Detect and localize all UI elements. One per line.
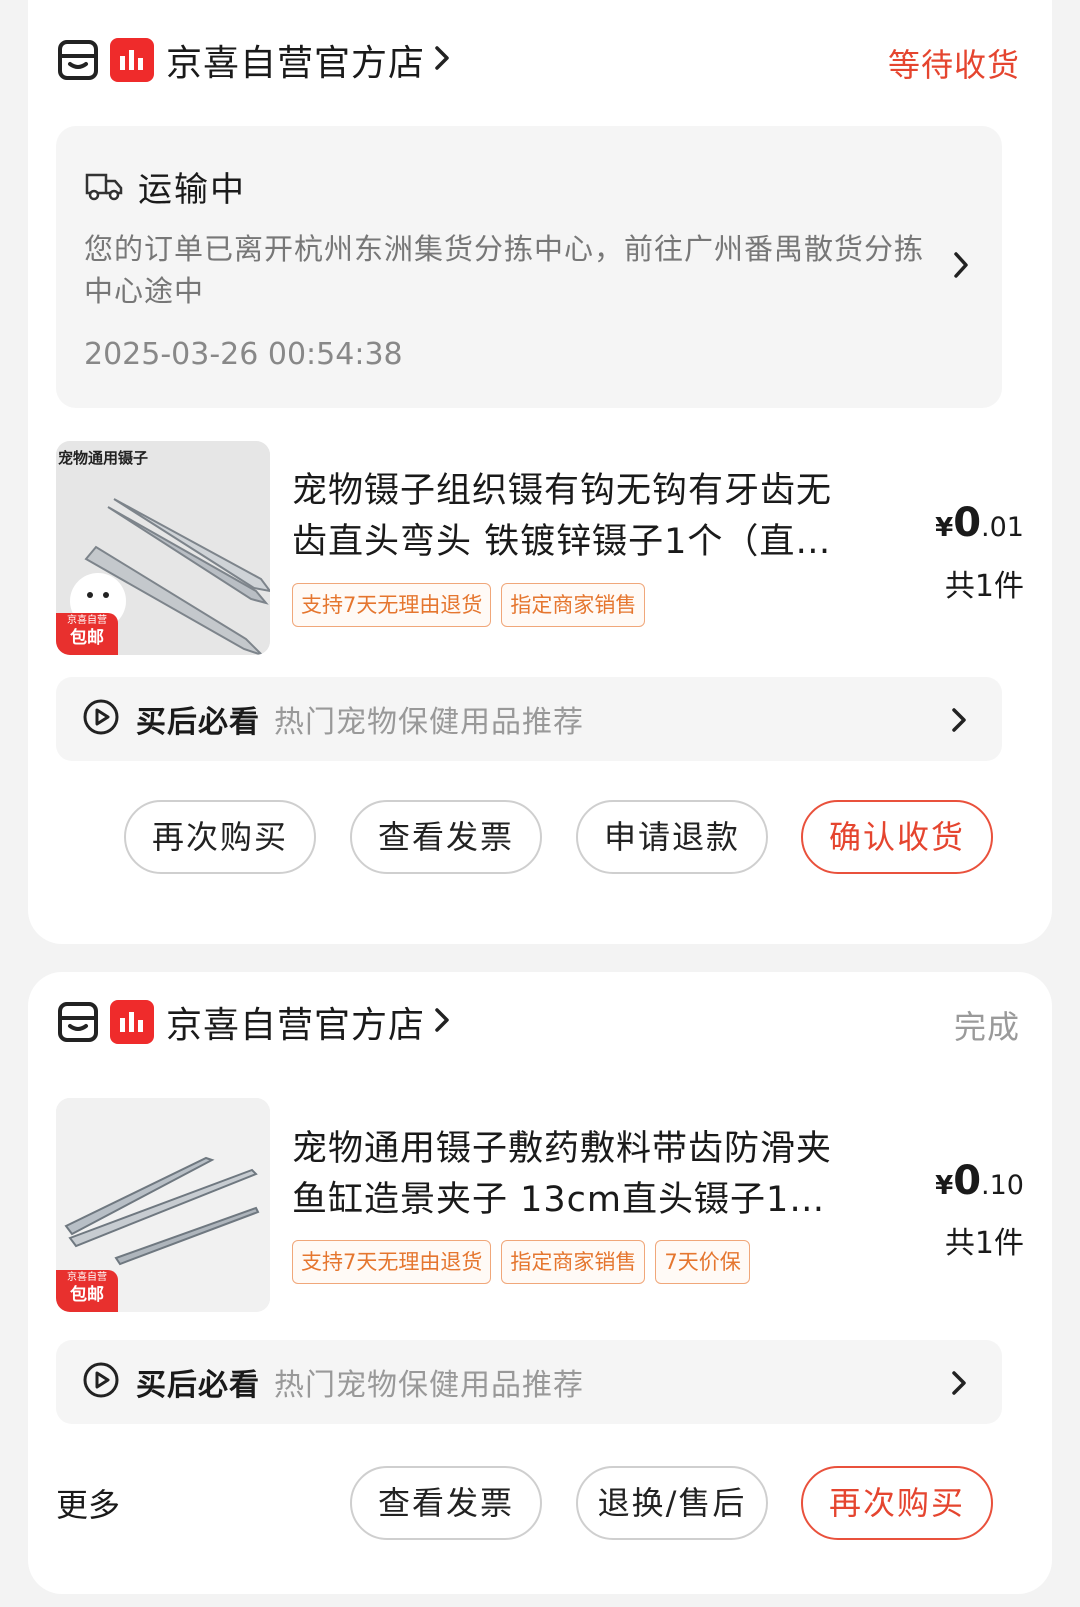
- view-invoice-button[interactable]: 查看发票: [350, 1466, 542, 1540]
- chevron-right-icon: [950, 1369, 968, 1401]
- view-invoice-button[interactable]: 查看发票: [350, 800, 542, 874]
- more-link[interactable]: 更多: [56, 1480, 120, 1526]
- product-tags: 支持7天无理由退货 指定商家销售 7天价保: [292, 1240, 760, 1284]
- chevron-right-icon: [950, 706, 968, 738]
- product-title[interactable]: 宠物镊子组织镊有钩无钩有牙齿无齿直头弯头 铁镀锌镊子1个（直…: [292, 466, 852, 568]
- request-refund-button[interactable]: 申请退款: [576, 800, 768, 874]
- badge-bottom-text: 包邮: [70, 1285, 104, 1305]
- truck-icon: [84, 169, 124, 205]
- recommend-text: 热门宠物保健用品推荐: [274, 705, 584, 740]
- store-icon: [56, 38, 100, 82]
- badge-top-text: 京喜自营: [67, 615, 107, 626]
- buy-again-button[interactable]: 再次购买: [801, 1466, 993, 1540]
- price-symbol: ¥: [935, 1171, 954, 1201]
- price-dec: .01: [981, 512, 1024, 543]
- product-price: ¥0.10: [935, 1158, 1024, 1204]
- badge-bottom-text: 包邮: [70, 628, 104, 648]
- recommend-bar[interactable]: 买后必看 热门宠物保健用品推荐: [56, 1340, 1002, 1424]
- tag-return: 支持7天无理由退货: [292, 1240, 492, 1284]
- tag-price-protection: 7天价保: [655, 1240, 750, 1284]
- shipping-description: 您的订单已离开杭州东洲集货分拣中心，前往广州番禺散货分拣中心途中: [84, 232, 925, 308]
- product-tags: 支持7天无理由退货 指定商家销售: [292, 583, 655, 627]
- return-aftersale-button[interactable]: 退换/售后: [576, 1466, 768, 1540]
- chevron-right-icon: [952, 250, 970, 284]
- shop-header[interactable]: 京喜自营官方店: [56, 992, 451, 1052]
- badge-top-text: 京喜自营: [67, 1272, 107, 1283]
- order-status: 等待收货: [887, 46, 1020, 84]
- order-status: 完成: [953, 1008, 1020, 1046]
- tag-seller: 指定商家销售: [501, 583, 646, 627]
- shipping-title-row: 运输中: [84, 162, 246, 211]
- price-int: 0: [953, 1158, 982, 1204]
- recommend-label: 买后必看: [136, 1368, 260, 1403]
- image-caption: 宠物通用镊子: [58, 449, 149, 467]
- product-title[interactable]: 宠物通用镊子敷药敷料带齿防滑夹鱼缸造景夹子 13cm直头镊子1个…: [292, 1124, 852, 1226]
- shop-name: 京喜自营官方店: [166, 1005, 426, 1046]
- chevron-right-icon: [433, 44, 451, 76]
- recommend-label: 买后必看: [136, 705, 260, 740]
- shop-name: 京喜自营官方店: [166, 43, 426, 84]
- product-image[interactable]: 京喜自营 包邮: [56, 1098, 270, 1312]
- brand-logo-icon: [110, 38, 154, 82]
- price-symbol: ¥: [935, 513, 954, 543]
- buy-again-button[interactable]: 再次购买: [124, 800, 316, 874]
- price-int: 0: [953, 500, 982, 546]
- shop-header[interactable]: 京喜自营官方店: [56, 30, 451, 90]
- play-icon: [82, 698, 120, 740]
- order-card: 京喜自营官方店 等待收货 运输中 您的订单已离开杭州东洲集货分拣中心，前往广州番…: [28, 0, 1052, 944]
- tag-return: 支持7天无理由退货: [292, 583, 492, 627]
- free-shipping-badge: 京喜自营 包邮: [56, 1270, 118, 1312]
- store-icon: [56, 1000, 100, 1044]
- chevron-right-icon: [433, 1006, 451, 1038]
- price-dec: .10: [981, 1170, 1024, 1201]
- recommend-text: 热门宠物保健用品推荐: [274, 1368, 584, 1403]
- brand-logo-icon: [110, 1000, 154, 1044]
- shipping-status: 运输中: [138, 170, 246, 210]
- shipping-time: 2025-03-26 00:54:38: [84, 337, 403, 372]
- free-shipping-badge: 京喜自营 包邮: [56, 613, 118, 655]
- order-card: 京喜自营官方店 完成 京喜自营 包邮 宠物通用镊子敷药敷料带齿防滑夹鱼缸造景夹子…: [28, 972, 1052, 1594]
- recommend-bar[interactable]: 买后必看 热门宠物保健用品推荐: [56, 677, 1002, 761]
- product-quantity: 共1件: [944, 569, 1024, 604]
- product-quantity: 共1件: [944, 1226, 1024, 1261]
- shipping-panel[interactable]: 运输中 您的订单已离开杭州东洲集货分拣中心，前往广州番禺散货分拣中心途中 202…: [56, 126, 1002, 408]
- product-price: ¥0.01: [935, 500, 1024, 546]
- confirm-receipt-button[interactable]: 确认收货: [801, 800, 993, 874]
- tag-seller: 指定商家销售: [501, 1240, 646, 1284]
- product-image[interactable]: 宠物通用镊子 京喜自营 包邮: [56, 441, 270, 655]
- play-icon: [82, 1361, 120, 1403]
